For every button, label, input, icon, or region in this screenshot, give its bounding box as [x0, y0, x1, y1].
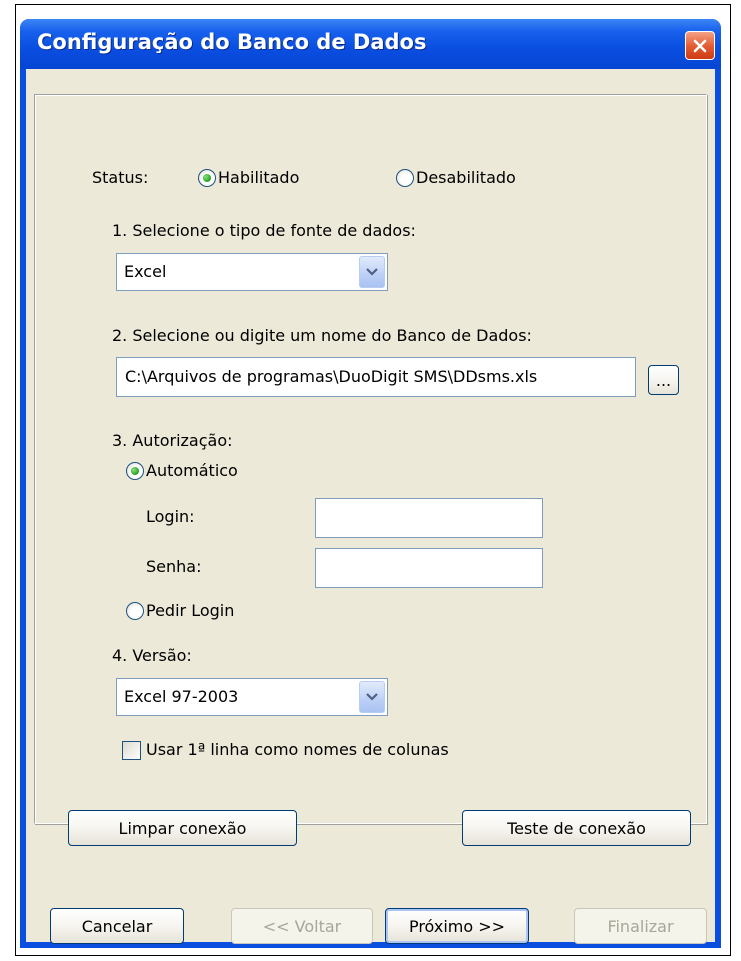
next-button[interactable]: Próximo >> — [385, 908, 529, 944]
auth-auto-label[interactable]: Automático — [146, 461, 238, 481]
status-enabled-label[interactable]: Habilitado — [218, 168, 299, 188]
chevron-down-icon[interactable] — [359, 256, 385, 288]
cancel-button[interactable]: Cancelar — [50, 908, 184, 944]
back-button[interactable]: << Voltar — [231, 908, 373, 944]
auth-auto-radio[interactable] — [126, 462, 144, 480]
chevron-down-icon[interactable] — [359, 681, 385, 713]
password-input[interactable] — [315, 548, 543, 588]
close-icon — [693, 39, 707, 52]
clear-connection-button[interactable]: Limpar conexão — [68, 810, 297, 846]
test-connection-label: Teste de conexão — [507, 818, 646, 838]
database-label: 2. Selecione ou digite um nome do Banco … — [112, 326, 532, 345]
auth-label: 3. Autorização: — [112, 431, 233, 450]
close-button[interactable] — [685, 31, 715, 60]
test-connection-button[interactable]: Teste de conexão — [462, 810, 691, 846]
finish-button[interactable]: Finalizar — [574, 908, 707, 944]
password-label: Senha: — [146, 557, 202, 576]
datasource-value: Excel — [124, 262, 167, 281]
status-disabled-radio[interactable] — [396, 169, 414, 187]
window-title: Configuração do Banco de Dados — [37, 30, 427, 54]
login-input[interactable] — [315, 498, 543, 538]
status-label: Status: — [92, 168, 149, 187]
clear-connection-label: Limpar conexão — [118, 818, 247, 838]
back-label: << Voltar — [262, 916, 342, 936]
finish-label: Finalizar — [607, 916, 674, 936]
status-disabled-label[interactable]: Desabilitado — [416, 168, 516, 188]
version-select[interactable]: Excel 97-2003 — [116, 678, 388, 716]
database-path-input[interactable]: C:\Arquivos de programas\DuoDigit SMS\DD… — [116, 357, 636, 397]
version-value: Excel 97-2003 — [124, 687, 239, 706]
version-label: 4. Versão: — [112, 646, 192, 665]
cancel-label: Cancelar — [81, 916, 153, 936]
login-label: Login: — [146, 507, 195, 526]
datasource-select[interactable]: Excel — [116, 253, 388, 291]
next-label: Próximo >> — [408, 916, 506, 936]
browse-button-label: ... — [655, 370, 672, 390]
title-bar[interactable]: Configuração do Banco de Dados — [20, 19, 721, 69]
database-path-value: C:\Arquivos de programas\DuoDigit SMS\DD… — [125, 367, 538, 386]
browse-button[interactable]: ... — [648, 365, 679, 395]
datasource-label: 1. Selecione o tipo de fonte de dados: — [112, 221, 416, 240]
auth-ask-radio[interactable] — [126, 602, 144, 620]
status-enabled-radio[interactable] — [198, 169, 216, 187]
settings-panel: Status: Habilitado Desabilitado 1. Selec… — [34, 94, 707, 824]
dialog-window: Configuração do Banco de Dados Status: H… — [20, 19, 721, 948]
auth-ask-label[interactable]: Pedir Login — [146, 601, 234, 621]
dialog-client: Status: Habilitado Desabilitado 1. Selec… — [26, 69, 715, 944]
first-row-checkbox[interactable] — [122, 741, 141, 760]
first-row-label[interactable]: Usar 1ª linha como nomes de colunas — [146, 740, 449, 760]
